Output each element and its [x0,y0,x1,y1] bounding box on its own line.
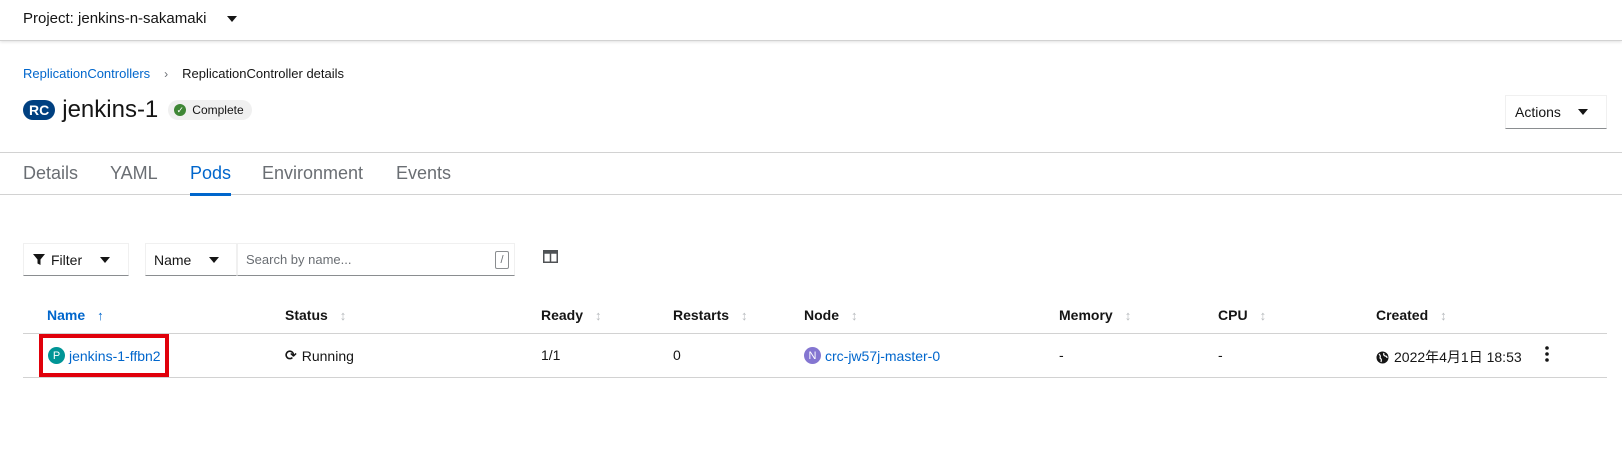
column-header-node[interactable]: Node ↕ [804,307,858,323]
column-header-restarts[interactable]: Restarts ↕ [673,307,748,323]
sort-icon: ↕ [851,307,858,323]
filter-icon [33,253,45,265]
page-title: RC jenkins-1 ✓ Complete [23,96,252,124]
caret-down-icon [209,256,220,263]
sort-icon: ↕ [1440,307,1447,323]
resource-name: jenkins-1 [62,96,159,123]
breadcrumb: ReplicationControllers › ReplicationCont… [23,66,344,81]
actions-label: Actions [1515,104,1561,120]
breadcrumb-current: ReplicationController details [182,66,345,81]
actions-dropdown[interactable]: Actions [1505,95,1607,129]
filter-type-dropdown[interactable]: Name [145,243,237,276]
pod-status-cell: ⟳ Running [285,347,354,364]
sort-icon: ↕ [1124,307,1132,323]
status-text: Complete [192,103,244,117]
check-circle-icon: ✓ [174,104,187,116]
sort-icon: ↕ [339,307,347,323]
sync-running-icon: ⟳ [285,347,297,363]
pod-created-cell: 2022年4月1日 18:53 [1376,347,1522,367]
pod-status-text: Running [301,347,354,364]
sort-up-arrow-icon: ↑ [97,307,104,323]
search-input[interactable] [238,244,468,275]
tab-details[interactable]: Details [23,163,78,184]
breadcrumb-replicationcontrollers-link[interactable]: ReplicationControllers [23,66,150,81]
kebab-icon [1545,346,1549,362]
highlight-box [39,334,169,377]
project-label: Project: jenkins-n-sakamaki [23,10,207,27]
tab-yaml[interactable]: YAML [110,163,158,184]
sort-icon: ↕ [741,307,748,323]
filter-type-label: Name [154,251,192,268]
columns-icon [543,250,558,263]
tab-events[interactable]: Events [396,163,451,184]
chevron-right-icon: › [164,66,169,81]
pod-restarts-cell: 0 [673,347,681,363]
search-box: / [237,243,515,276]
column-header-ready[interactable]: Ready ↕ [541,307,602,323]
column-header-status[interactable]: Status ↕ [285,307,346,323]
column-header-created[interactable]: Created ↕ [1376,307,1447,323]
project-selector[interactable]: Project: jenkins-n-sakamaki [23,10,238,27]
row-actions-kebab[interactable] [1545,346,1549,365]
node-resource-badge: N [804,347,821,364]
node-name-link[interactable]: crc-jw57j-master-0 [825,348,940,364]
pods-table: Name ↑ Status ↕ Ready ↕ Restarts ↕ Node ↕ Mem… [23,300,1607,378]
column-header-cpu[interactable]: CPU ↕ [1218,307,1266,323]
sort-icon: ↕ [595,307,602,323]
tab-bar: Details YAML Pods Environment Events [0,152,1622,196]
status-badge: ✓ Complete [168,100,252,120]
caret-down-icon [227,15,238,22]
manage-columns-button[interactable] [543,250,558,268]
sort-icon: ↕ [1259,307,1267,323]
caret-down-icon [1577,109,1588,115]
filter-label: Filter [51,251,83,268]
column-header-name[interactable]: Name ↑ [47,307,104,323]
tab-environment[interactable]: Environment [262,163,363,184]
table-row: P jenkins-1-ffbn2 ⟳ Running 1/1 0 N crc-… [23,334,1607,378]
tab-pods[interactable]: Pods [190,163,232,196]
pod-ready-cell: 1/1 [541,347,561,363]
filter-dropdown[interactable]: Filter [23,243,129,276]
globe-icon [1376,351,1389,363]
table-header: Name ↑ Status ↕ Ready ↕ Restarts ↕ Node ↕ Mem… [23,300,1607,334]
column-header-memory[interactable]: Memory ↕ [1059,307,1131,323]
pod-memory-cell: - [1059,347,1064,363]
search-hotkey-hint: / [495,251,509,269]
caret-down-icon [100,256,111,263]
project-bar: Project: jenkins-n-sakamaki [0,0,1622,41]
pod-created-timestamp: 2022年4月1日 18:53 [1394,349,1522,365]
pod-cpu-cell: - [1218,347,1223,363]
pod-node-cell: N crc-jw57j-master-0 [804,347,940,364]
rc-resource-badge: RC [23,100,56,120]
